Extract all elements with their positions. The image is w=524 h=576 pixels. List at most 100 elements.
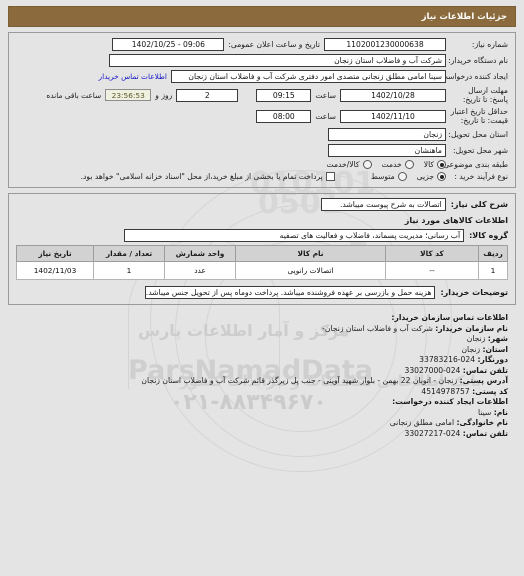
goods-group-label: گروه کالا: (469, 231, 508, 240)
address-value: زنجان - اتوبان 22 بهمن - بلوار شهید آوین… (141, 376, 458, 385)
org-name-label: نام سازمان خریدار: (435, 323, 508, 333)
public-announce-value: 1402/10/25 - 09:06 (112, 38, 225, 51)
city-line: شهر: زنجان (16, 334, 508, 345)
purchase-type-label: نوع فرآیند خرید : (454, 172, 508, 181)
row-need-number: شماره نیاز: 1102001230000638 تاریخ و ساع… (16, 38, 508, 51)
goods-table-header-row: ردیف کد کالا نام کالا واحد شمارش تعداد /… (16, 245, 508, 262)
deadline-date: 1402/10/28 (340, 88, 446, 102)
summary-value: اتصالات به شرح پیوست میباشد. (320, 198, 446, 211)
row-deadline: مهلت ارسال پاسخ: تا تاریخ: 1402/10/28 سا… (16, 86, 508, 104)
phone-value: 33027000-024 (404, 365, 461, 375)
org-name-value: شرکت آب و فاضلاب استان زنجان- (322, 323, 433, 333)
row-purchase-type: نوع فرآیند خرید : جزیی متوسط پرداخت تمام… (16, 172, 508, 181)
purchase-type-option-minor[interactable]: جزیی (417, 172, 446, 181)
goods-panel: شرح کلی نیاز: اتصالات به شرح پیوست میباش… (8, 193, 516, 305)
cell-date: 1402/11/03 (16, 261, 94, 280)
remaining-days-suffix: روز و (155, 90, 173, 100)
th-code: کد کالا (385, 245, 479, 262)
cell-name: اتصالات رانویی (235, 261, 386, 280)
row-buyer-notes: توضیحات خریدار: هزینه حمل و بازرسی بر عه… (16, 286, 508, 299)
public-announce-label: تاریخ و ساعت اعلان عمومی: (228, 40, 320, 49)
delivery-province-label: استان محل تحویل: (448, 130, 508, 139)
first-name-value: سینا (478, 407, 492, 417)
city-label: شهر: (487, 334, 508, 343)
category-option-goods-label: کالا (423, 160, 434, 169)
price-validity-time: 08:00 (256, 109, 312, 123)
radio-minor-icon[interactable] (437, 172, 446, 181)
deadline-time-label: ساعت (315, 90, 336, 100)
address-label: آدرس پستی: (459, 376, 508, 385)
radio-service-icon[interactable] (404, 160, 414, 169)
page-title: جزئیات اطلاعات نیاز (8, 6, 516, 27)
last-name-value: امامی مطلق زنجانی (389, 418, 455, 427)
org-contact-title: اطلاعات تماس سازمان خریدار: (391, 313, 508, 322)
last-name-label: نام خانوادگی: (456, 418, 508, 427)
province-label: استان: (482, 344, 508, 354)
goods-table: ردیف کد کالا نام کالا واحد شمارش تعداد /… (16, 245, 508, 280)
th-row: ردیف (478, 245, 508, 262)
province-line: استان: زنجان (16, 345, 508, 356)
row-delivery-city: شهر محل تحویل: ماهنشان (16, 144, 508, 157)
last-name-line: نام خانوادگی: امامی مطلق زنجانی (16, 418, 508, 429)
purchase-type-option-minor-label: جزیی (416, 172, 434, 181)
radio-goods-service-icon[interactable] (362, 160, 372, 169)
first-name-line: نام: سینا (16, 408, 508, 419)
summary-label: شرح کلی نیاز: (450, 200, 508, 209)
th-name: نام کالا (235, 245, 386, 262)
treasury-checkbox-icon[interactable] (325, 172, 335, 181)
delivery-city-value: ماهنشان (328, 144, 446, 157)
org-name-line: نام سازمان خریدار: شرکت آب و فاضلاب استا… (16, 324, 508, 335)
delivery-city-label: شهر محل تحویل: (453, 146, 508, 155)
radio-medium-icon[interactable] (397, 172, 407, 181)
buyer-org-value: شرکت آب و فاضلاب استان زنجان (109, 54, 446, 67)
phone-label: تلفن تماس: (462, 365, 508, 375)
fax-line: دورنگار: 33783216-024 (16, 355, 508, 366)
province-value: زنجان (461, 344, 481, 354)
delivery-province-value: زنجان (328, 128, 446, 141)
cell-unit: عدد (164, 261, 236, 280)
th-unit: واحد شمارش (164, 245, 236, 262)
category-option-goods[interactable]: کالا (424, 160, 446, 169)
cell-qty: 1 (93, 261, 165, 280)
remaining-clock: 23:56:53 (105, 89, 152, 101)
address-line: آدرس پستی: زنجان - اتوبان 22 بهمن - بلوا… (16, 376, 508, 387)
postal-value: 4514978757 (421, 386, 470, 396)
goods-group-value: آب رسانی؛ مدیریت پسماند، فاضلاب و فعالیت… (124, 229, 465, 242)
row-goods-group: گروه کالا: آب رسانی؛ مدیریت پسماند، فاضل… (16, 229, 508, 242)
buyer-notes-label: توضیحات خریدار: (440, 288, 508, 297)
radio-goods-icon[interactable] (437, 160, 446, 169)
category-option-goods-service[interactable]: کالا/خدمت (326, 160, 372, 169)
fax-value: 33783216-024 (419, 355, 476, 364)
category-option-service[interactable]: خدمت (382, 160, 414, 169)
row-category: طبقه بندی موضوعی: کالا خدمت کالا/خدمت (16, 160, 508, 169)
table-row: 1 -- اتصالات رانویی عدد 1 1402/11/03 (16, 261, 508, 280)
category-label: طبقه بندی موضوعی: (440, 160, 508, 169)
city-value: زنجان (466, 334, 486, 343)
postal-line: کد پستی: 4514978757 (16, 387, 508, 398)
remaining-days: 2 (176, 88, 239, 102)
row-price-validity: حداقل تاریخ اعتبار قیمت: تا تاریخ: 1402/… (16, 107, 508, 125)
creator-value: سینا امامی مطلق زنجانی متصدی امور دفتری … (171, 70, 446, 83)
cell-row: 1 (478, 261, 508, 280)
remaining-suffix: ساعت باقی مانده (46, 90, 102, 100)
creator-phone-label: تلفن تماس: (462, 428, 508, 438)
need-number-label: شماره نیاز: (471, 40, 508, 49)
purchase-type-option-medium[interactable]: متوسط (371, 172, 407, 181)
page-root: جزئیات اطلاعات نیاز شماره نیاز: 11020012… (0, 0, 524, 439)
category-option-service-label: خدمت (381, 160, 402, 169)
price-validity-date: 1402/11/10 (340, 109, 446, 123)
buyer-notes-value: هزینه حمل و بازرسی بر عهده فروشنده میباش… (145, 286, 436, 299)
phone-line: تلفن تماس: 33027000-024 (16, 366, 508, 377)
treasury-checkbox-label: پرداخت تمام یا بخشی از مبلغ خرید،از محل … (80, 172, 323, 181)
row-creator: ایجاد کننده درخواست: سینا امامی مطلق زنج… (16, 70, 508, 83)
th-date: تاریخ نیاز (16, 245, 94, 262)
treasury-checkbox-option[interactable]: پرداخت تمام یا بخشی از مبلغ خرید،از محل … (81, 172, 335, 181)
deadline-label: مهلت ارسال پاسخ: تا تاریخ: (462, 86, 508, 104)
buyer-contact-link[interactable]: اطلاعات تماس خریدار (99, 72, 171, 81)
deadline-time: 09:15 (256, 88, 312, 102)
fax-label: دورنگار: (477, 355, 508, 364)
creator-phone-value: 33027217-024 (404, 428, 461, 438)
price-validity-label: حداقل تاریخ اعتبار قیمت: تا تاریخ: (450, 107, 508, 125)
need-info-panel: شماره نیاز: 1102001230000638 تاریخ و ساع… (8, 32, 516, 188)
goods-section-title: اطلاعات کالاهای مورد نیاز (404, 216, 508, 225)
